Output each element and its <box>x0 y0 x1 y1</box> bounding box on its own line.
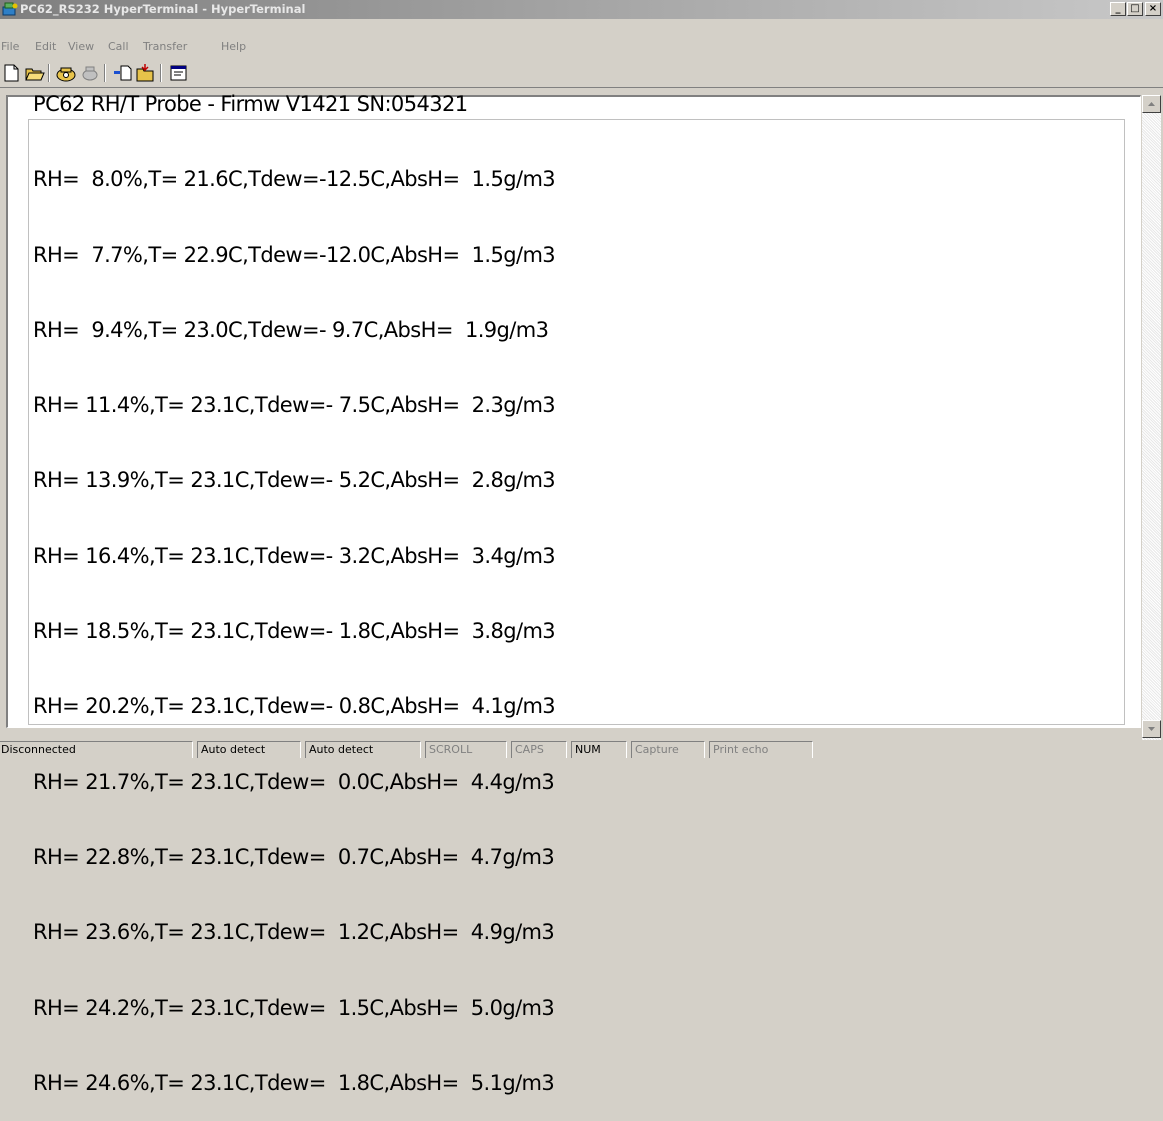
terminal-line: RH= 18.5%,T= 23.1C,Tdew=- 1.8C,AbsH= 3.8… <box>33 619 556 644</box>
terminal-line: RH= 9.4%,T= 23.0C,Tdew=- 9.7C,AbsH= 1.9g… <box>33 317 549 342</box>
terminal-output: PC62 RH/T Probe - Firmw V1421 SN:054321 … <box>33 43 556 1121</box>
window-title: PC62_RS232 HyperTerminal - HyperTerminal <box>20 2 306 16</box>
arrow-up-icon <box>1148 102 1155 106</box>
status-print-echo: Print echo <box>709 741 813 758</box>
close-button[interactable]: × <box>1145 2 1161 16</box>
terminal-line: RH= 23.6%,T= 23.1C,Tdew= 1.2C,AbsH= 4.9g… <box>33 920 555 945</box>
status-bar: Disconnected Auto detect Auto detect SCR… <box>0 740 1163 758</box>
terminal-line: PC62 RH/T Probe - Firmw V1421 SN:054321 <box>33 92 468 116</box>
minimize-button[interactable]: _ <box>1110 2 1126 16</box>
status-caps: CAPS <box>511 741 567 758</box>
title-bar[interactable]: PC62_RS232 HyperTerminal - HyperTerminal… <box>0 0 1163 19</box>
terminal-line: RH= 24.6%,T= 23.1C,Tdew= 1.8C,AbsH= 5.1g… <box>33 1070 555 1095</box>
maximize-button[interactable]: □ <box>1127 2 1143 16</box>
terminal-line: RH= 20.2%,T= 23.1C,Tdew=- 0.8C,AbsH= 4.1… <box>33 694 556 719</box>
menu-file[interactable]: File <box>1 40 19 54</box>
terminal-line: RH= 7.7%,T= 22.9C,Tdew=-12.0C,AbsH= 1.5g… <box>33 242 556 267</box>
vertical-scrollbar[interactable] <box>1142 95 1161 740</box>
terminal-line: RH= 16.4%,T= 23.1C,Tdew=- 3.2C,AbsH= 3.4… <box>33 543 556 568</box>
arrow-down-icon <box>1148 727 1155 731</box>
status-capture: Capture <box>631 741 705 758</box>
status-settings: Auto detect <box>305 741 421 758</box>
status-connection: Disconnected <box>0 741 193 758</box>
new-icon[interactable] <box>1 63 23 83</box>
hyperterminal-app-icon[interactable] <box>2 2 18 17</box>
terminal-line: RH= 24.2%,T= 23.1C,Tdew= 1.5C,AbsH= 5.0g… <box>33 995 555 1020</box>
scroll-up-button[interactable] <box>1142 95 1161 113</box>
terminal-line: RH= 13.9%,T= 23.1C,Tdew=- 5.2C,AbsH= 2.8… <box>33 468 556 493</box>
status-emulation: Auto detect <box>197 741 301 758</box>
terminal-line: RH= 21.7%,T= 23.1C,Tdew= 0.0C,AbsH= 4.4g… <box>33 769 555 794</box>
status-scroll: SCROLL <box>425 741 507 758</box>
terminal-line: RH= 22.8%,T= 23.1C,Tdew= 0.7C,AbsH= 4.7g… <box>33 844 555 869</box>
scroll-down-button[interactable] <box>1142 720 1161 738</box>
terminal-line: RH= 11.4%,T= 23.1C,Tdew=- 7.5C,AbsH= 2.3… <box>33 393 556 418</box>
status-num: NUM <box>571 741 627 758</box>
terminal-line: RH= 8.0%,T= 21.6C,Tdew=-12.5C,AbsH= 1.5g… <box>33 167 556 192</box>
